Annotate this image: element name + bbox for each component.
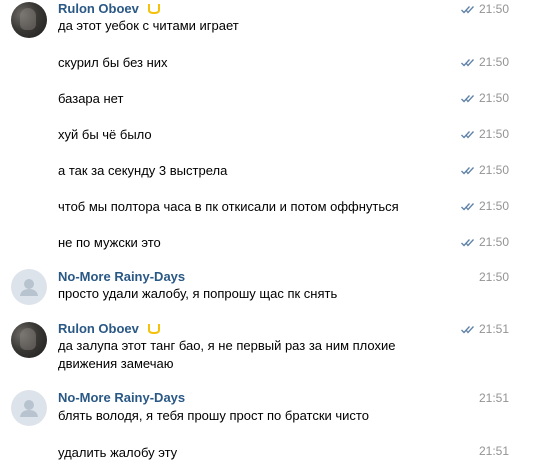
avatar[interactable] xyxy=(11,322,47,358)
avatar[interactable] xyxy=(11,2,47,38)
message-meta: 21:50 xyxy=(461,163,509,178)
message-meta: 21:51 xyxy=(478,391,509,405)
message-meta: 21:50 xyxy=(461,91,509,106)
default-user-icon xyxy=(20,400,38,417)
message-text: скурил бы без них xyxy=(58,55,168,70)
message-text: хуй бы чё было xyxy=(58,127,152,142)
message-meta: 21:50 xyxy=(461,127,509,142)
read-checks-icon xyxy=(461,131,474,139)
message-text: да этот уебок с читами играет xyxy=(58,18,239,33)
crown-icon xyxy=(147,322,161,338)
crown-icon xyxy=(147,2,161,18)
read-checks-icon xyxy=(461,239,474,247)
read-checks-icon xyxy=(461,167,474,175)
message-meta: 21:51 xyxy=(461,322,509,337)
message-meta: 21:50 xyxy=(478,270,509,284)
avatar[interactable] xyxy=(11,269,47,305)
message-text: базара нет xyxy=(58,91,124,106)
message-text: блять володя, я тебя прошу прост по брат… xyxy=(58,408,369,423)
message-text: не по мужски это xyxy=(58,235,161,250)
author-name[interactable]: Rulon Oboev xyxy=(58,321,161,338)
message-text-line: да залупа этот танг бао, я не первый раз… xyxy=(58,338,396,353)
message-text-line: движения замечаю xyxy=(58,356,174,371)
message-meta: 21:51 xyxy=(478,444,509,458)
message-meta: 21:50 xyxy=(461,2,509,17)
default-user-icon xyxy=(20,279,38,296)
message-meta: 21:50 xyxy=(461,235,509,250)
author-name[interactable]: No-More Rainy-Days xyxy=(58,390,185,405)
message-text: а так за секунду 3 выстрела xyxy=(58,163,228,178)
read-checks-icon xyxy=(461,326,474,334)
author-name[interactable]: Rulon Oboev xyxy=(58,1,161,18)
read-checks-icon xyxy=(461,203,474,211)
message-text: просто удали жалобу, я попрошу щас пк сн… xyxy=(58,286,338,301)
avatar[interactable] xyxy=(11,390,47,426)
read-checks-icon xyxy=(461,59,474,67)
read-checks-icon xyxy=(461,95,474,103)
message-meta: 21:50 xyxy=(461,55,509,70)
message-text: да залупа этот танг бао, я не первый раз… xyxy=(58,337,458,373)
message-meta: 21:50 xyxy=(461,199,509,214)
author-name[interactable]: No-More Rainy-Days xyxy=(58,269,185,284)
message-text: чтоб мы полтора часа в пк откисали и пот… xyxy=(58,199,399,214)
message-text: удалить жалобу эту xyxy=(58,445,178,460)
read-checks-icon xyxy=(461,6,474,14)
